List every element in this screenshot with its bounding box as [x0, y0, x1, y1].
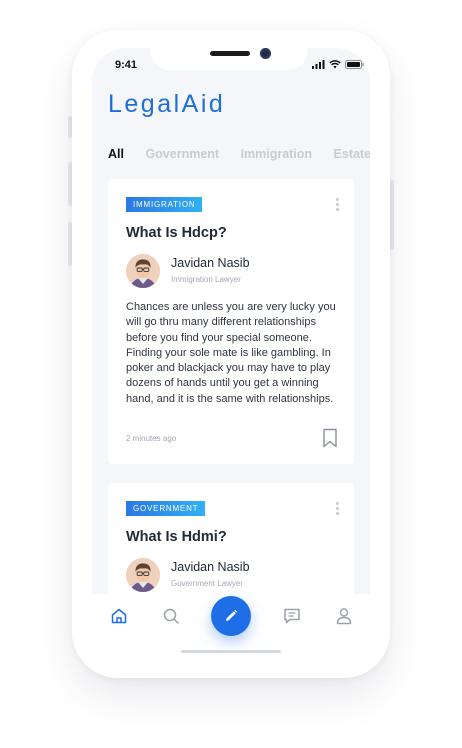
author-role: Immigration Lawyer: [171, 275, 241, 284]
home-icon[interactable]: [110, 607, 128, 625]
search-icon[interactable]: [162, 607, 180, 625]
article-excerpt: Chances are unless you are very lucky yo…: [126, 301, 336, 405]
profile-icon[interactable]: [335, 607, 353, 625]
category-badge: GOVERNMENT: [126, 501, 206, 516]
notch: [150, 30, 308, 70]
status-time: 9:41: [115, 59, 138, 71]
avatar[interactable]: [126, 254, 160, 288]
article-title[interactable]: What Is Hdmi?: [126, 529, 227, 545]
speaker: [210, 51, 250, 56]
author-name[interactable]: Javidan Nasib: [171, 256, 250, 270]
tab-estate[interactable]: Estate: [334, 147, 370, 161]
compose-button[interactable]: [211, 596, 251, 636]
article-card[interactable]: IMMIGRATION What Is Hdcp? Javidan Nasib …: [108, 179, 354, 464]
bookmark-icon[interactable]: [322, 428, 338, 448]
home-indicator: [181, 650, 281, 653]
timestamp: 2 minutes ago: [126, 434, 177, 443]
category-badge: IMMIGRATION: [126, 197, 203, 212]
author-name[interactable]: Javidan Nasib: [171, 560, 250, 574]
tab-government[interactable]: Government: [145, 147, 219, 161]
battery-icon: [345, 60, 364, 69]
tab-all[interactable]: All: [108, 147, 124, 161]
tab-immigration[interactable]: Immigration: [241, 147, 313, 161]
more-options-icon[interactable]: [336, 502, 339, 517]
power-button: [390, 180, 394, 250]
status-icons: [312, 60, 364, 69]
signal-icon: [312, 60, 325, 69]
avatar[interactable]: [126, 558, 160, 592]
chat-icon[interactable]: [283, 607, 301, 625]
category-tabs: All Government Immigration Estate: [108, 145, 370, 165]
app-title: LegalAid: [108, 90, 226, 118]
article-title[interactable]: What Is Hdcp?: [126, 225, 227, 241]
front-camera: [260, 48, 271, 59]
wifi-icon: [329, 60, 341, 69]
more-options-icon[interactable]: [336, 198, 339, 213]
pencil-icon: [226, 609, 238, 621]
author-role: Government Lawyer: [171, 579, 244, 588]
